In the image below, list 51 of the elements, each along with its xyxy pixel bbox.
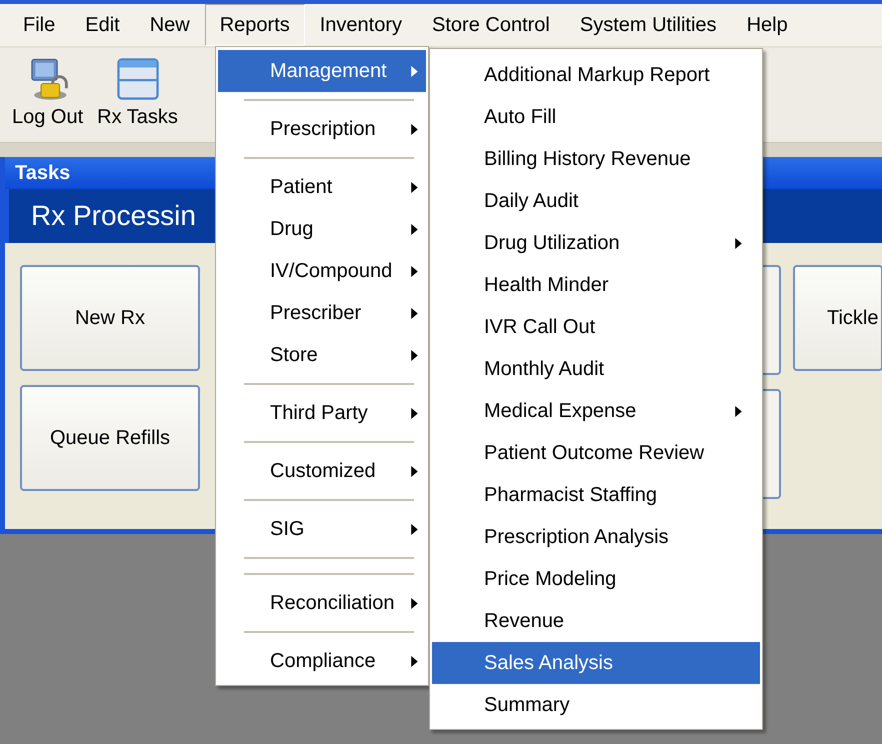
- window-icon: [114, 56, 161, 102]
- submenu-arrow-icon: [411, 266, 418, 276]
- task-button[interactable]: Tickle: [793, 265, 882, 371]
- menu-item[interactable]: Reports: [204, 4, 305, 46]
- task-button[interactable]: New Rx: [20, 265, 200, 371]
- menu-item[interactable]: Additional Markup Report: [432, 54, 760, 96]
- menu-item[interactable]: Reconciliation: [218, 582, 426, 624]
- menu-item[interactable]: File: [8, 4, 70, 46]
- submenu-arrow-icon: [411, 224, 418, 234]
- toolbar-button[interactable]: Log Out: [8, 50, 88, 142]
- submenu-arrow-icon: [411, 408, 418, 418]
- menu-item[interactable]: Sales Analysis: [432, 642, 760, 684]
- menu-item[interactable]: Help: [732, 4, 803, 46]
- menu-item[interactable]: Summary: [432, 684, 760, 726]
- menu-item[interactable]: Pharmacist Staffing: [432, 474, 760, 516]
- submenu-arrow-icon: [411, 656, 418, 666]
- submenu-arrow-icon: [411, 598, 418, 608]
- menu-item[interactable]: IVR Call Out: [432, 306, 760, 348]
- menu-item[interactable]: Price Modeling: [432, 558, 760, 600]
- task-button[interactable]: Queue Refills: [20, 385, 200, 491]
- menu-item[interactable]: System Utilities: [564, 4, 732, 46]
- menu-item[interactable]: Third Party: [218, 392, 426, 434]
- menu-item[interactable]: Auto Fill: [432, 96, 760, 138]
- menu-item[interactable]: Store Control: [417, 4, 565, 46]
- submenu-arrow-icon: [735, 238, 742, 248]
- submenu-arrow-icon: [735, 406, 742, 416]
- menu-item[interactable]: Health Minder: [432, 264, 760, 306]
- submenu-arrow-icon: [411, 66, 418, 76]
- menu-item[interactable]: Prescription Analysis: [432, 516, 760, 558]
- menu-item[interactable]: Management: [218, 50, 426, 92]
- menu-item[interactable]: Inventory: [304, 4, 418, 46]
- menu-item[interactable]: Compliance: [218, 640, 426, 682]
- menu-item[interactable]: Revenue: [432, 600, 760, 642]
- submenu-arrow-icon: [411, 524, 418, 534]
- submenu-arrow-icon: [411, 124, 418, 134]
- toolbar-button[interactable]: Rx Tasks: [93, 50, 182, 142]
- submenu-arrow-icon: [411, 182, 418, 192]
- menu-item[interactable]: Medical Expense: [432, 390, 760, 432]
- menu-item[interactable]: Edit: [70, 4, 135, 46]
- submenu-arrow-icon: [411, 308, 418, 318]
- menu-item[interactable]: Patient Outcome Review: [432, 432, 760, 474]
- menu-item[interactable]: New: [134, 4, 205, 46]
- submenu-arrow-icon: [411, 466, 418, 476]
- menu-item[interactable]: IV/Compound: [218, 250, 426, 292]
- menu-item[interactable]: Prescriber: [218, 292, 426, 334]
- submenu-arrow-icon: [411, 350, 418, 360]
- menu-item[interactable]: Customized: [218, 450, 426, 492]
- menu-item[interactable]: Prescription: [218, 108, 426, 150]
- menu-item[interactable]: Monthly Audit: [432, 348, 760, 390]
- menu-item[interactable]: Store: [218, 334, 426, 376]
- menu-item[interactable]: SIG: [218, 508, 426, 550]
